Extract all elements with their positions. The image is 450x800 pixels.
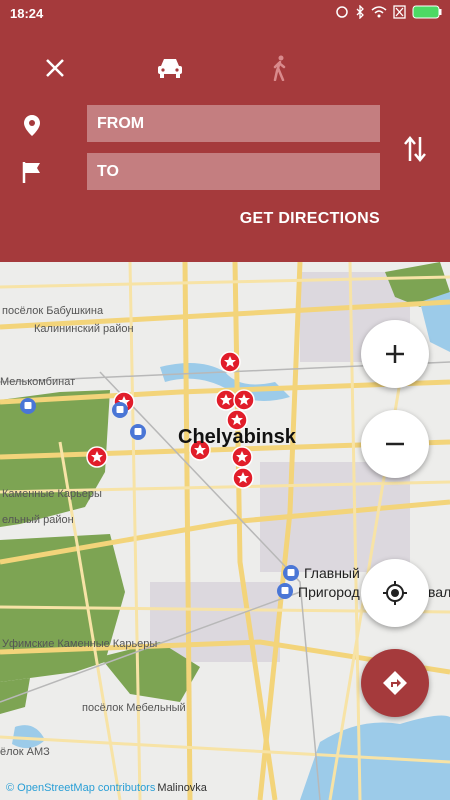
get-directions-button[interactable]: GET DIRECTIONS <box>240 210 380 228</box>
directions-icon <box>383 671 407 695</box>
map-label: ёлок АМЗ <box>0 746 50 758</box>
map-label: Каменные Карьеры <box>2 488 102 500</box>
map-attribution[interactable]: © OpenStreetMap contributors Malinovka <box>6 782 207 794</box>
map-label: ельный район <box>2 514 74 526</box>
bluetooth-icon <box>356 5 364 19</box>
crosshair-icon <box>383 581 407 605</box>
close-icon <box>46 59 64 77</box>
map-label: Уфимские Каменные Карьеры <box>2 638 158 650</box>
walking-icon <box>273 55 286 81</box>
station-label: Пригород <box>298 584 360 600</box>
navigate-button[interactable] <box>361 649 429 717</box>
plus-icon <box>386 345 404 363</box>
station-label: Главный <box>304 565 360 581</box>
wifi-icon <box>371 6 387 18</box>
location-pin-icon <box>24 115 40 136</box>
swap-icon[interactable] <box>402 135 428 163</box>
district-label: Malinovka <box>157 782 207 794</box>
zoom-out-button[interactable] <box>361 410 429 478</box>
to-field[interactable]: TO <box>87 153 380 190</box>
zoom-in-button[interactable] <box>361 320 429 388</box>
alarm-icon <box>336 6 348 18</box>
status-bar: 18:24 <box>0 0 450 28</box>
status-icons <box>335 5 442 19</box>
walking-mode-button[interactable] <box>260 50 300 86</box>
attribution-link[interactable]: © OpenStreetMap contributors <box>6 782 155 794</box>
directions-panel: FROM TO GET DIRECTIONS <box>0 28 450 262</box>
status-time: 18:24 <box>10 6 44 21</box>
my-location-button[interactable] <box>361 559 429 627</box>
car-icon <box>158 59 182 78</box>
driving-mode-button[interactable] <box>150 50 190 86</box>
flag-icon <box>22 162 40 183</box>
map-label: Мелькомбинат <box>0 376 76 388</box>
station-label: вал <box>428 584 450 600</box>
no-sim-icon <box>393 5 406 19</box>
map-view[interactable]: посёлок Бабушкина Калининский район Мель… <box>0 262 450 800</box>
close-button[interactable] <box>35 50 75 86</box>
map-label: посёлок Бабушкина <box>2 305 104 317</box>
map-label: посёлок Мебельный <box>82 702 186 714</box>
battery-icon <box>412 5 442 19</box>
from-field[interactable]: FROM <box>87 105 380 142</box>
map-label: Калининский район <box>34 323 134 335</box>
minus-icon <box>386 442 404 446</box>
city-label: Chelyabinsk <box>178 426 296 448</box>
